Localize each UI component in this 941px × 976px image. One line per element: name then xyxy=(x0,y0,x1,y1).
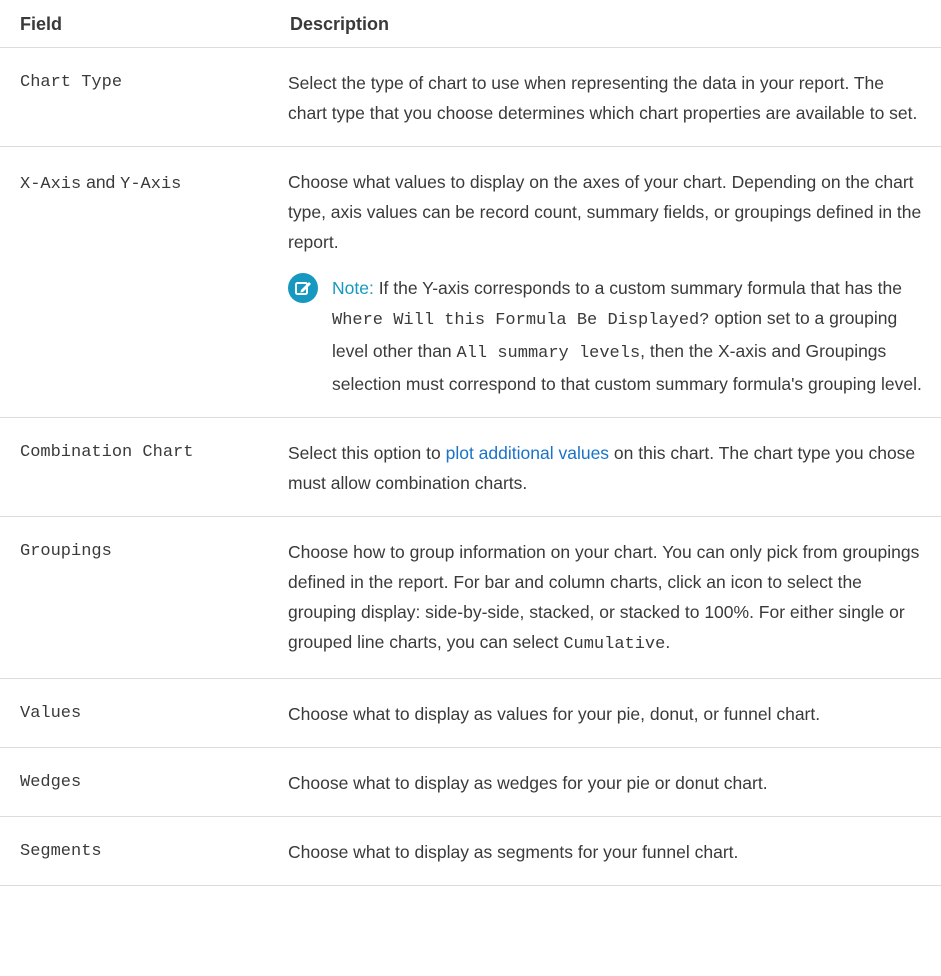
desc-values: Choose what to display as values for you… xyxy=(280,678,941,748)
header-field: Field xyxy=(0,0,280,48)
desc-combination-chart: Select this option to plot additional va… xyxy=(280,417,941,517)
desc-wedges: Choose what to display as wedges for you… xyxy=(280,747,941,817)
chart-properties-table: Field Description Chart Type Select the … xyxy=(0,0,941,886)
note-text-1: If the Y-axis corresponds to a custom su… xyxy=(373,278,902,298)
note-code-1: Where Will this Formula Be Displayed? xyxy=(332,311,710,330)
table-row: Groupings Choose how to group informatio… xyxy=(0,516,941,679)
note-code-2: All summary levels xyxy=(456,344,641,363)
field-segments: Segments xyxy=(0,816,280,886)
table-row: Wedges Choose what to display as wedges … xyxy=(0,747,941,817)
field-y-axis: Y-Axis xyxy=(120,175,182,194)
edit-note-icon xyxy=(288,273,318,303)
note-callout: Note: If the Y-axis corresponds to a cus… xyxy=(288,273,925,399)
table-header-row: Field Description xyxy=(0,0,941,48)
plot-additional-values-link[interactable]: plot additional values xyxy=(446,443,609,463)
field-and: and xyxy=(81,172,121,192)
header-description: Description xyxy=(280,0,941,48)
note-body: Note: If the Y-axis corresponds to a cus… xyxy=(332,273,925,399)
table-row: Values Choose what to display as values … xyxy=(0,678,941,748)
desc-axes: Choose what values to display on the axe… xyxy=(280,146,941,418)
table-row: Chart Type Select the type of chart to u… xyxy=(0,47,941,147)
desc-groupings-code: Cumulative xyxy=(563,635,666,654)
desc-chart-type: Select the type of chart to use when rep… xyxy=(280,47,941,147)
field-groupings: Groupings xyxy=(0,516,280,679)
desc-groupings-end: . xyxy=(665,632,671,652)
table-row: X-Axis and Y-Axis Choose what values to … xyxy=(0,146,941,418)
field-wedges: Wedges xyxy=(0,747,280,817)
field-values: Values xyxy=(0,678,280,748)
field-chart-type: Chart Type xyxy=(0,47,280,147)
desc-groupings: Choose how to group information on your … xyxy=(280,516,941,679)
desc-combination-pre: Select this option to xyxy=(288,443,446,463)
note-label: Note: xyxy=(332,278,374,298)
field-axes: X-Axis and Y-Axis xyxy=(0,146,280,418)
table-row: Combination Chart Select this option to … xyxy=(0,417,941,517)
desc-axes-text: Choose what values to display on the axe… xyxy=(288,172,922,252)
table-row: Segments Choose what to display as segme… xyxy=(0,816,941,886)
field-combination-chart: Combination Chart xyxy=(0,417,280,517)
desc-segments: Choose what to display as segments for y… xyxy=(280,816,941,886)
field-x-axis: X-Axis xyxy=(20,175,82,194)
